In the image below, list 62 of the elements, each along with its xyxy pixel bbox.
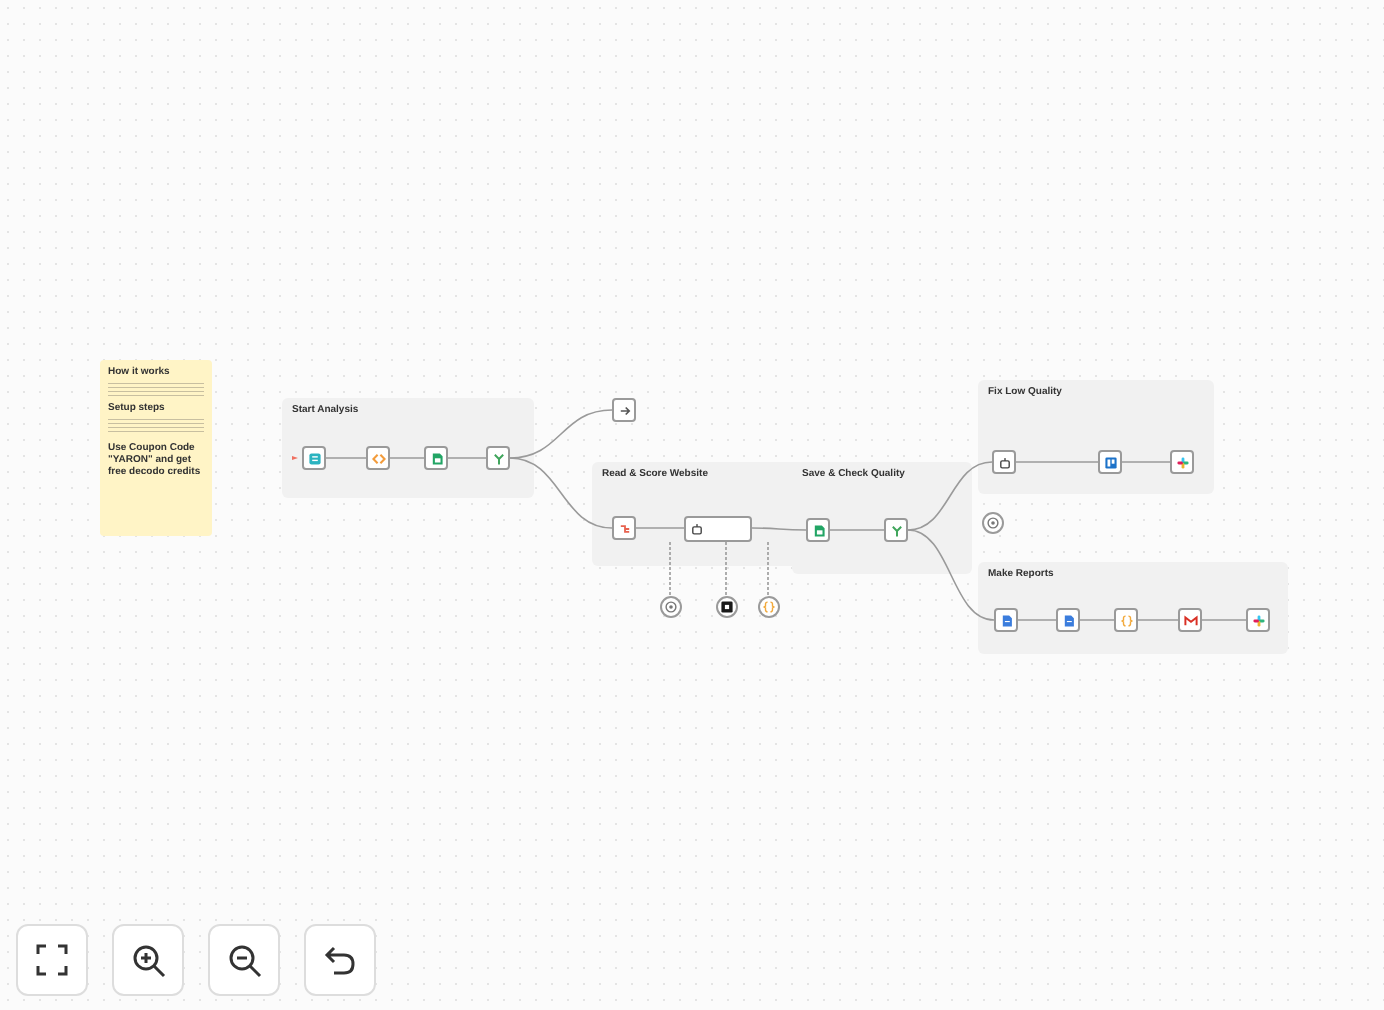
workflow-node[interactable] xyxy=(486,446,510,470)
connector-line xyxy=(1017,619,1057,621)
workflow-node[interactable] xyxy=(302,446,326,470)
doc-icon xyxy=(1061,613,1075,627)
workflow-node[interactable] xyxy=(1114,608,1138,632)
connector-line xyxy=(751,527,807,531)
connector-line xyxy=(635,527,685,529)
zoom-out-icon xyxy=(227,943,261,977)
zoom-in-icon xyxy=(131,943,165,977)
connector-line xyxy=(767,540,769,596)
connector-line xyxy=(325,457,367,459)
code-icon xyxy=(371,451,385,465)
braces-icon xyxy=(761,599,775,613)
fullscreen-icon xyxy=(36,944,68,976)
connector-line xyxy=(1121,461,1171,463)
workflow-node[interactable] xyxy=(366,446,390,470)
connector-line xyxy=(907,461,993,531)
connector-line xyxy=(389,457,425,459)
workflow-node[interactable] xyxy=(806,518,830,542)
braces-icon xyxy=(1119,613,1133,627)
connector-line xyxy=(669,540,671,596)
workflow-node[interactable] xyxy=(1056,608,1080,632)
slack-icon xyxy=(1251,613,1265,627)
fit-view-button[interactable] xyxy=(16,924,88,996)
connector-line xyxy=(447,457,487,459)
workflow-node[interactable] xyxy=(884,518,908,542)
robot-icon xyxy=(690,521,704,535)
zoom-in-button[interactable] xyxy=(112,924,184,996)
connector-line xyxy=(725,540,727,596)
workflow-node[interactable] xyxy=(715,595,737,617)
workflow-node[interactable] xyxy=(992,450,1016,474)
robot-icon xyxy=(997,455,1011,469)
workflow-node[interactable] xyxy=(981,511,1003,533)
connector-line xyxy=(1015,461,1099,463)
workflow-node[interactable] xyxy=(612,516,636,540)
doc-icon xyxy=(999,613,1013,627)
zoom-out-button[interactable] xyxy=(208,924,280,996)
workflow-node[interactable] xyxy=(612,398,636,422)
workflow-node[interactable] xyxy=(1246,608,1270,632)
gmail-icon xyxy=(1183,613,1197,627)
connector-line xyxy=(1079,619,1115,621)
workflow-node[interactable] xyxy=(659,595,681,617)
form-icon xyxy=(307,451,321,465)
undo-icon xyxy=(324,944,356,976)
sheet-icon xyxy=(429,451,443,465)
workflow-node[interactable] xyxy=(424,446,448,470)
trello-icon xyxy=(1103,455,1117,469)
slack-icon xyxy=(1175,455,1189,469)
branch-icon xyxy=(491,451,505,465)
connector-line xyxy=(1137,619,1179,621)
workflow-node[interactable] xyxy=(1170,450,1194,474)
workflow-node[interactable] xyxy=(1178,608,1202,632)
workflow-node[interactable] xyxy=(1098,450,1122,474)
connector-line xyxy=(1201,619,1247,621)
branch-icon xyxy=(889,523,903,537)
connector-line xyxy=(829,529,885,531)
undo-button[interactable] xyxy=(304,924,376,996)
sheet-icon xyxy=(811,523,825,537)
arrow-icon xyxy=(617,403,631,417)
workflow-node[interactable] xyxy=(757,595,779,617)
workflow-node[interactable] xyxy=(684,515,752,541)
workflow-node[interactable] xyxy=(994,608,1018,632)
